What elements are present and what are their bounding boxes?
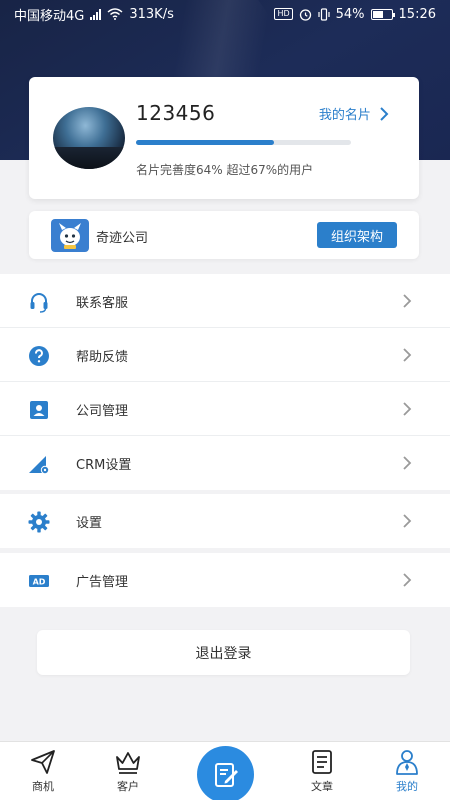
nav-item-articles[interactable]: 文章 <box>292 748 352 798</box>
vibrate-icon <box>318 7 330 21</box>
bottom-nav: 商机 客户 文章 我的 <box>0 741 450 800</box>
company-logo <box>51 219 89 252</box>
chevron-right-icon <box>403 402 412 416</box>
chevron-right-icon <box>403 294 412 308</box>
completion-text: 名片完善度64% 超过67%的用户 <box>136 163 314 177</box>
chevron-right-icon <box>380 107 389 121</box>
ad-icon: AD <box>29 575 49 587</box>
nav-label: 客户 <box>117 780 139 793</box>
battery-percent: 54% <box>335 6 365 22</box>
wifi-icon <box>107 8 123 20</box>
headset-icon <box>30 293 48 313</box>
contact-card-icon <box>30 401 48 419</box>
gear-icon <box>28 511 50 533</box>
menu-group-settings: 设置 <box>0 494 450 548</box>
menu-item-label: 公司管理 <box>76 404 129 419</box>
org-structure-button[interactable]: 组织架构 <box>317 222 397 248</box>
nav-item-customers[interactable]: 客户 <box>98 748 158 798</box>
menu-item-label: 帮助反馈 <box>76 350 129 365</box>
menu-item-label: 广告管理 <box>76 575 129 590</box>
help-icon <box>29 346 49 366</box>
profile-icon <box>396 750 418 775</box>
menu-item-ad-management[interactable]: AD 广告管理 <box>0 553 450 607</box>
chevron-right-icon <box>403 348 412 362</box>
compose-icon <box>214 762 238 787</box>
paper-plane-icon <box>31 750 55 774</box>
nav-item-mine[interactable]: 我的 <box>377 748 437 798</box>
menu-item-label: 设置 <box>76 516 103 531</box>
company-name: 奇迹公司 <box>96 231 149 246</box>
crown-icon <box>116 752 140 774</box>
menu-item-company-management[interactable]: 公司管理 <box>0 382 450 436</box>
menu-group-ads: AD 广告管理 <box>0 553 450 607</box>
svg-text:AD: AD <box>33 578 46 587</box>
status-bar: 中国移动4G 313K/s HD 54% 15:26 <box>0 0 450 28</box>
menu-item-customer-service[interactable]: 联系客服 <box>0 274 450 328</box>
carrier-label: 中国移动4G <box>14 8 85 24</box>
my-card-link[interactable]: 我的名片 <box>319 104 389 123</box>
hd-badge-icon: HD <box>274 8 293 20</box>
alarm-icon <box>299 8 311 21</box>
menu-item-help-feedback[interactable]: 帮助反馈 <box>0 328 450 382</box>
cell-signal-icon <box>90 8 102 20</box>
completion-progress-bar <box>136 140 351 145</box>
user-id: 123456 <box>136 101 216 125</box>
menu-item-label: CRM设置 <box>76 458 132 473</box>
company-card: 奇迹公司 组织架构 <box>29 211 419 259</box>
logout-button[interactable]: 退出登录 <box>37 630 410 675</box>
compose-fab-button[interactable] <box>197 746 254 800</box>
completion-progress-fill <box>136 140 274 145</box>
profile-card[interactable]: 123456 我的名片 名片完善度64% 超过67%的用户 <box>29 77 419 199</box>
menu-item-label: 联系客服 <box>76 296 129 311</box>
clock-time: 15:26 <box>398 6 436 22</box>
my-card-link-label: 我的名片 <box>318 108 371 123</box>
mascot-logo-icon <box>59 222 81 249</box>
menu-group-main: 联系客服 帮助反馈 公司管理 CRM设置 <box>0 274 450 490</box>
crm-settings-icon <box>29 456 50 475</box>
chevron-right-icon <box>403 573 412 587</box>
avatar[interactable] <box>53 107 125 169</box>
nav-item-opportunities[interactable]: 商机 <box>13 748 73 798</box>
nav-label: 商机 <box>32 780 54 793</box>
battery-icon <box>370 8 395 20</box>
chevron-right-icon <box>403 456 412 470</box>
nav-label: 我的 <box>396 780 418 793</box>
network-speed: 313K/s <box>129 6 174 22</box>
menu-item-settings[interactable]: 设置 <box>0 494 450 548</box>
chevron-right-icon <box>403 514 412 528</box>
nav-label: 文章 <box>311 780 333 793</box>
menu-item-crm-settings[interactable]: CRM设置 <box>0 436 450 490</box>
article-icon <box>312 750 332 774</box>
